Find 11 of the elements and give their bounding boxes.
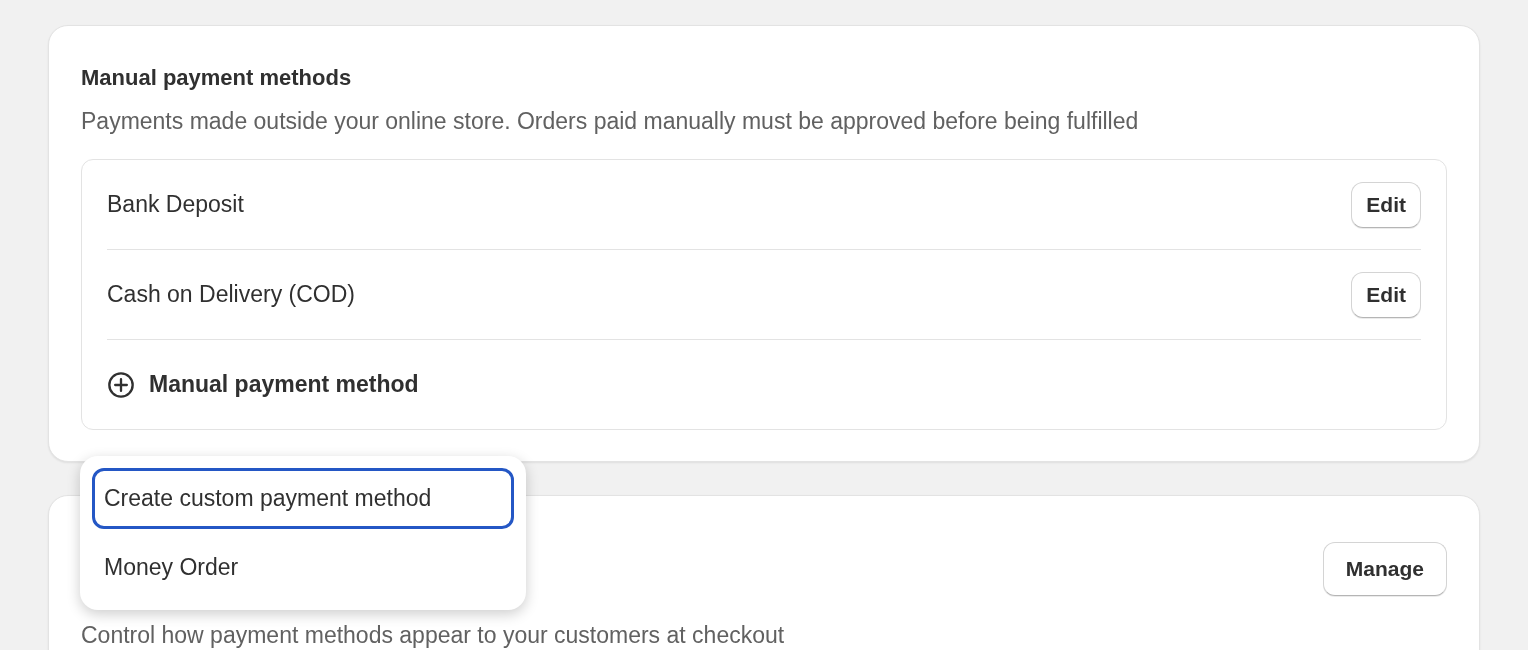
section-title: Manual payment methods <box>81 64 353 92</box>
method-name: Bank Deposit <box>107 191 244 218</box>
method-name: Cash on Delivery (COD) <box>107 281 355 308</box>
menu-item[interactable]: Create custom payment method <box>92 468 514 529</box>
section-description: Control how payment methods appear to your customers at checkout <box>81 622 785 649</box>
edit-button[interactable]: Edit <box>1351 181 1421 228</box>
manage-button[interactable]: Manage <box>1322 542 1447 596</box>
edit-button[interactable]: Edit <box>1351 271 1421 318</box>
add-method-button[interactable]: Manual payment method <box>107 340 419 429</box>
section-description: Payments made outside your online store. Orders paid manually must be approved before being fulfilled <box>81 107 1140 136</box>
plus-circle-icon <box>107 370 135 399</box>
